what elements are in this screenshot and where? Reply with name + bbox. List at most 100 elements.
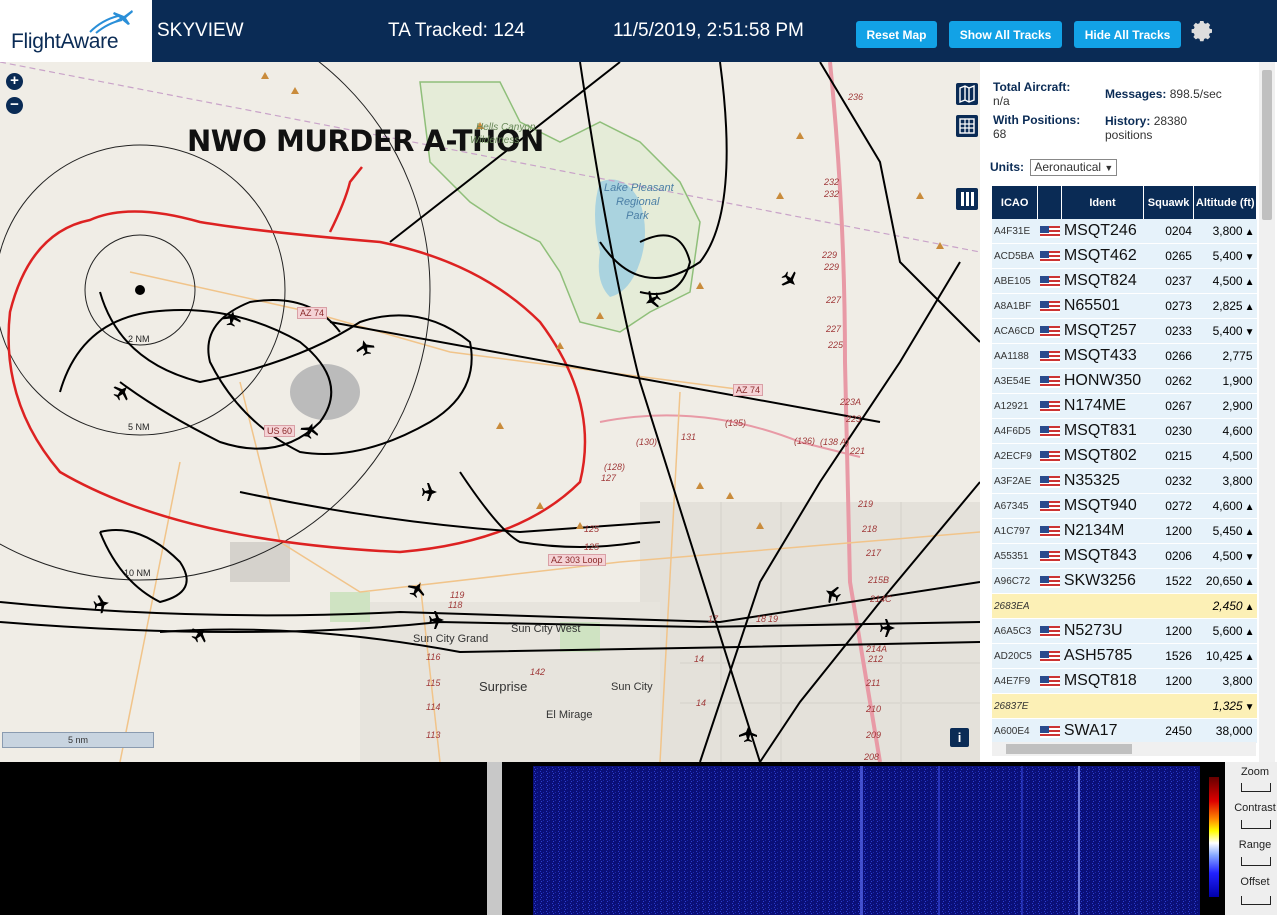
grid-toggle-icon[interactable] xyxy=(956,115,978,137)
col-ident[interactable]: Ident xyxy=(1061,186,1144,219)
exit-label: 223 xyxy=(846,414,862,424)
icao-cell: A67345 xyxy=(992,493,1038,519)
aircraft-table-body: A4F31E MSQT246 0204 3,800 ▲ ACD5BA MSQT462 0265… xyxy=(992,219,1257,744)
aircraft-row[interactable]: A600E4 SWA17 2450 38,000 xyxy=(992,718,1257,744)
aircraft-row[interactable]: A2ECF9 MSQT802 0215 4,500 xyxy=(992,443,1257,469)
ident-cell: MSQT802 xyxy=(1061,443,1144,469)
ident-cell: MSQT843 xyxy=(1061,543,1144,569)
ident-cell: SWA17 xyxy=(1061,718,1144,744)
total-aircraft-value: n/a xyxy=(993,94,1010,108)
squawk-cell: 1526 xyxy=(1143,643,1194,669)
aircraft-row[interactable]: 26837E 1,325 ▼ xyxy=(992,693,1257,719)
info-button[interactable]: i xyxy=(950,728,969,747)
aircraft-row[interactable]: A67345 MSQT940 0272 4,600 ▲ xyxy=(992,493,1257,519)
aircraft-row[interactable]: A8A1BF N65501 0273 2,825 ▲ xyxy=(992,293,1257,319)
range-ring-label: 10 NM xyxy=(124,568,151,578)
exit-label: 227 xyxy=(826,295,842,305)
altitude-trend-icon: ▲ xyxy=(1244,627,1255,638)
table-hscroll-thumb[interactable] xyxy=(1006,744,1132,754)
aircraft-row[interactable]: A3F2AE N35325 0232 3,800 xyxy=(992,468,1257,494)
units-stat: Units: Aeronautical ▼ xyxy=(990,159,1118,176)
altitude-value: 2,450 xyxy=(1212,599,1243,613)
column-toggle-icon[interactable] xyxy=(956,188,978,210)
aircraft-row[interactable]: A96C72 SKW3256 1522 20,650 ▲ xyxy=(992,568,1257,594)
offset-slider[interactable] xyxy=(1241,896,1271,905)
gear-icon[interactable] xyxy=(1191,19,1215,43)
exit-label: 116 xyxy=(426,652,441,662)
icao-cell: ACA6CD xyxy=(992,318,1038,344)
aircraft-row[interactable]: AD20C5 ASH5785 1526 10,425 ▲ xyxy=(992,643,1257,669)
squawk-cell: 0266 xyxy=(1143,343,1194,369)
aircraft-row[interactable]: 2683EA 2,450 ▲ xyxy=(992,593,1257,619)
aircraft-row[interactable]: ABE105 MSQT824 0237 4,500 ▲ xyxy=(992,268,1257,294)
altitude-cell: 5,450 ▲ xyxy=(1193,518,1257,544)
aircraft-row[interactable]: A12921 N174ME 0267 2,900 xyxy=(992,393,1257,419)
flag-cell xyxy=(1037,443,1062,469)
offset-label: Offset xyxy=(1240,876,1270,888)
place-label: Surprise xyxy=(479,679,528,694)
altitude-value: 1,325 xyxy=(1212,699,1243,713)
map-view[interactable]: NWO MURDER A-THON Lake Pleasant Regional… xyxy=(0,62,980,762)
aircraft-row[interactable]: A6A5C3 N5273U 1200 5,600 ▲ xyxy=(992,618,1257,644)
place-label: Lake Pleasant xyxy=(604,182,674,194)
map-layers-icon[interactable] xyxy=(956,83,978,105)
aircraft-row[interactable]: A4F6D5 MSQT831 0230 4,600 xyxy=(992,418,1257,444)
flag-cell xyxy=(1037,543,1062,569)
hide-all-tracks-button[interactable]: Hide All Tracks xyxy=(1074,21,1181,48)
col-squawk[interactable]: Squawk xyxy=(1143,186,1195,219)
aircraft-row[interactable]: A4F31E MSQT246 0204 3,800 ▲ xyxy=(992,219,1257,244)
zoom-slider[interactable] xyxy=(1241,783,1271,792)
exit-label: 232 xyxy=(824,189,840,199)
aircraft-row[interactable]: A4E7F9 MSQT818 1200 3,800 xyxy=(992,668,1257,694)
exit-label: 218 xyxy=(862,524,878,534)
col-icao[interactable]: ICAO xyxy=(992,186,1039,219)
us-flag-icon xyxy=(1039,325,1060,338)
icao-cell: A3E54E xyxy=(992,368,1038,394)
ident-cell: MSQT433 xyxy=(1061,343,1144,369)
map-canvas[interactable] xyxy=(0,62,980,762)
sidebar-scroll-thumb[interactable] xyxy=(1262,70,1272,220)
zoom-out-button[interactable]: − xyxy=(6,97,23,114)
us-flag-icon xyxy=(1039,625,1060,638)
history-stat: History: 28380 positions xyxy=(1105,114,1187,142)
aircraft-row[interactable]: ACD5BA MSQT462 0265 5,400 ▼ xyxy=(992,243,1257,269)
aircraft-row[interactable]: AA1188 MSQT433 0266 2,775 xyxy=(992,343,1257,369)
exit-label: (136) xyxy=(794,436,816,446)
color-scale-bar xyxy=(1209,777,1219,897)
col-flag[interactable] xyxy=(1037,186,1063,219)
altitude-value: 38,000 xyxy=(1215,724,1253,738)
ident-cell: MSQT462 xyxy=(1061,243,1144,269)
waterfall-display[interactable] xyxy=(533,766,1200,915)
panel-divider[interactable] xyxy=(487,762,502,915)
place-label: Hells Canyon xyxy=(476,122,536,133)
units-select[interactable]: Aeronautical ▼ xyxy=(1030,159,1118,176)
altitude-cell: 4,600 ▲ xyxy=(1193,493,1257,519)
place-label: Sun City West xyxy=(511,623,581,635)
reset-map-button[interactable]: Reset Map xyxy=(856,21,937,48)
altitude-cell: 20,650 ▲ xyxy=(1193,568,1257,594)
history-value: 28380 xyxy=(1153,114,1188,128)
aircraft-row[interactable]: ACA6CD MSQT257 0233 5,400 ▼ xyxy=(992,318,1257,344)
squawk-cell: 0206 xyxy=(1143,543,1194,569)
messages-value: 898.5/sec xyxy=(1169,87,1222,101)
altitude-cell: 4,500 xyxy=(1193,443,1257,469)
flightaware-logo[interactable]: FlightAware xyxy=(0,0,152,62)
squawk-cell: 1200 xyxy=(1143,518,1194,544)
exit-label: 221 xyxy=(850,446,866,456)
exit-label: 14 xyxy=(696,698,707,708)
contrast-slider[interactable] xyxy=(1241,820,1271,829)
icao-cell: A12921 xyxy=(992,393,1038,419)
altitude-trend-icon: ▲ xyxy=(1244,502,1255,513)
aircraft-row[interactable]: A3E54E HONW350 0262 1,900 xyxy=(992,368,1257,394)
show-all-tracks-button[interactable]: Show All Tracks xyxy=(949,21,1062,48)
aircraft-row[interactable]: A55351 MSQT843 0206 4,500 ▼ xyxy=(992,543,1257,569)
range-slider[interactable] xyxy=(1241,857,1271,866)
col-altitude[interactable]: Altitude (ft) xyxy=(1193,186,1257,219)
ident-cell: N65501 xyxy=(1061,293,1144,319)
zoom-in-button[interactable]: + xyxy=(6,73,23,90)
altitude-cell: 3,800 xyxy=(1193,668,1257,694)
ident-cell: MSQT257 xyxy=(1061,318,1144,344)
ident-cell: N5273U xyxy=(1061,618,1144,644)
flag-cell xyxy=(1037,368,1062,394)
aircraft-row[interactable]: A1C797 N2134M 1200 5,450 ▲ xyxy=(992,518,1257,544)
